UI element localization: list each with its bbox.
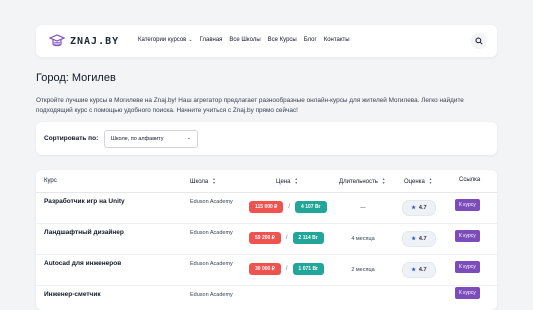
school-name: Eduson Academy — [190, 230, 233, 236]
course-link-button[interactable]: К курсу — [455, 230, 480, 242]
sort-arrows-icon: ▲ ▼ — [294, 177, 298, 185]
sort-arrows-icon: ▲ ▼ — [212, 177, 216, 185]
nav-categories[interactable]: Категории курсов ⌄ — [138, 37, 193, 43]
duration: — — [360, 205, 366, 211]
table-row: Разработчик игр на Unity Eduson Academy … — [36, 192, 497, 224]
school-name: Eduson Academy — [190, 199, 233, 205]
course-title[interactable]: Ландшафтный дизайнер — [44, 229, 124, 236]
price-rub-badge: 59 200 ₽ — [249, 232, 281, 244]
sort-panel: Сортировать по: Школе, по алфавиту ⌄ — [36, 122, 497, 155]
graduation-cap-icon — [49, 34, 65, 47]
column-school-label: Школа — [190, 178, 209, 185]
rating-badge: ★ 4.7 — [402, 200, 436, 216]
price-byn-badge: 1 071 Br — [292, 263, 325, 275]
column-duration[interactable]: Длительность ▲ ▼ — [339, 177, 386, 185]
column-course: Курс — [44, 178, 57, 184]
nav-home[interactable]: Главная — [200, 37, 223, 43]
logo[interactable]: ZNAJ.BY — [49, 34, 119, 48]
course-link-button[interactable]: К курсу — [455, 261, 480, 273]
school-name: Eduson Academy — [190, 292, 233, 298]
rating-badge: ★ 4.7 — [402, 262, 436, 278]
nav-blog[interactable]: Блог — [304, 37, 317, 43]
star-icon: ★ — [411, 236, 416, 242]
page-title: Город: Могилев — [36, 72, 116, 84]
nav-all-schools[interactable]: Все Школы — [229, 37, 260, 43]
price: 115 000 ₽ / 4 107 Br — [249, 201, 327, 213]
price: 30 000 ₽ / 1 071 Br — [249, 263, 325, 275]
rating-value: 4.7 — [418, 267, 427, 273]
sort-select[interactable]: Школе, по алфавиту ⌄ — [104, 130, 198, 148]
search-button[interactable] — [471, 33, 487, 49]
site-header: ZNAJ.BY Категории курсов ⌄ Главная Все Шк… — [36, 25, 497, 57]
column-price[interactable]: Цена ▲ ▼ — [276, 177, 298, 185]
chevron-down-icon: ⌄ — [186, 135, 191, 141]
price: 59 200 ₽ / 2 114 Br — [249, 232, 324, 244]
nav-all-courses[interactable]: Все Курсы — [268, 37, 297, 43]
price-byn-badge: 4 107 Br — [295, 201, 327, 213]
course-title[interactable]: Инженер-сметчик — [44, 291, 101, 298]
column-school[interactable]: Школа ▲ ▼ — [190, 177, 216, 185]
school-name: Eduson Academy — [190, 261, 233, 267]
column-course-label: Курс — [44, 178, 57, 184]
column-rating[interactable]: Оценка ▲ ▼ — [404, 177, 433, 185]
logo-text: ZNAJ.BY — [70, 35, 120, 47]
table-row: Ландшафтный дизайнер Eduson Academy 59 2… — [36, 223, 497, 255]
price-rub-badge: 115 000 ₽ — [249, 201, 284, 213]
chevron-down-icon: ⌄ — [188, 37, 193, 43]
course-title[interactable]: Разработчик игр на Unity — [44, 198, 125, 205]
star-icon: ★ — [411, 205, 416, 211]
course-link-button[interactable]: К курсу — [455, 199, 480, 211]
star-icon: ★ — [411, 267, 416, 273]
page-intro: Откройте лучшие курсы в Могилеве на Znaj… — [36, 97, 464, 114]
table-header: Курс Школа ▲ ▼ Цена ▲ ▼ Длительность ▲ ▼ Оценк… — [36, 170, 497, 193]
price-separator: / — [285, 266, 288, 272]
sort-selected-value: Школе, по алфавиту — [111, 136, 164, 142]
rating-badge: ★ 4.7 — [402, 231, 436, 247]
rating-value: 4.7 — [418, 205, 427, 211]
column-link: Ссылка — [459, 177, 480, 183]
column-rating-label: Оценка — [404, 178, 425, 185]
course-link-button[interactable]: К курсу — [455, 287, 480, 299]
nav-contacts[interactable]: Контакты — [324, 37, 350, 43]
price-separator: / — [288, 204, 291, 210]
price-byn-badge: 2 114 Br — [292, 232, 324, 244]
column-duration-label: Длительность — [339, 178, 378, 185]
sort-arrows-icon: ▲ ▼ — [428, 177, 433, 185]
sort-arrows-icon: ▲ ▼ — [381, 177, 386, 185]
price-rub-badge: 30 000 ₽ — [249, 263, 281, 275]
course-title[interactable]: Autocad для инженеров — [44, 260, 121, 267]
table-row: Инженер-сметчик Eduson Academy К курсу — [36, 285, 497, 310]
sort-label: Сортировать по: — [44, 135, 99, 142]
table-row: Autocad для инженеров Eduson Academy 30 … — [36, 254, 497, 286]
column-price-label: Цена — [276, 178, 291, 185]
price-separator: / — [285, 235, 288, 241]
duration: 4 месяца — [351, 236, 375, 242]
rating-value: 4.7 — [418, 236, 427, 242]
nav-categories-label: Категории курсов — [138, 37, 187, 43]
column-link-label: Ссылка — [459, 177, 481, 183]
duration: 2 месяца — [351, 267, 375, 273]
main-nav: Категории курсов ⌄ Главная Все Школы Все … — [138, 37, 357, 43]
courses-table: Курс Школа ▲ ▼ Цена ▲ ▼ Длительность ▲ ▼ Оценк… — [36, 170, 497, 310]
search-icon — [475, 37, 483, 45]
